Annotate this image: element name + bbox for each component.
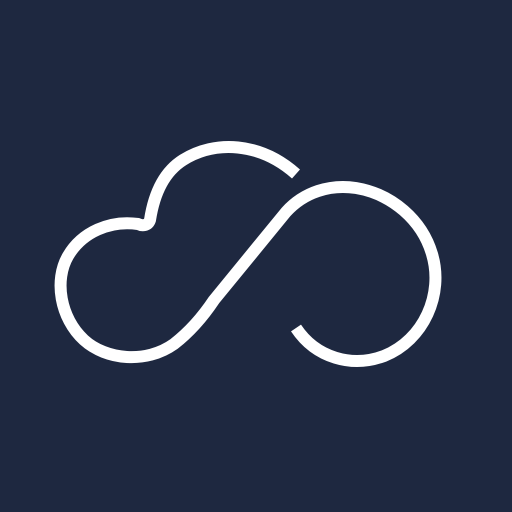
- cloud-infinity-logo-icon: [54, 141, 442, 367]
- app-icon: [0, 0, 512, 512]
- logo-left-loop-stroke: [54, 141, 442, 367]
